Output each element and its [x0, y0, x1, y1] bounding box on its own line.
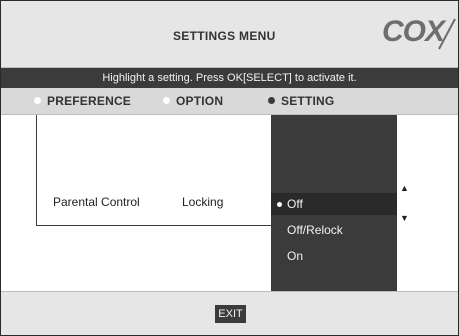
option-text: Off: [287, 197, 303, 211]
tab-label: OPTION: [176, 94, 224, 108]
option-text: Off/Relock: [287, 223, 343, 237]
tab-option[interactable]: OPTION: [163, 94, 223, 108]
instruction-banner: Highlight a setting. Press OK[SELECT] to…: [1, 68, 458, 88]
header: SETTINGS MENU COX: [1, 1, 458, 68]
tab-dot-icon: [34, 97, 41, 104]
scroll-down-icon[interactable]: ▼: [400, 213, 409, 223]
tab-label: PREFERENCE: [47, 94, 132, 108]
page-title: SETTINGS MENU: [173, 29, 276, 43]
tab-dot-icon: [163, 97, 170, 104]
cox-logo: COX: [381, 15, 445, 48]
connector-line: [36, 115, 37, 225]
setting-option-on[interactable]: On: [271, 245, 397, 267]
connector-line: [36, 225, 271, 226]
settings-content: Parental Control Locking Off Off/Relock …: [1, 115, 458, 291]
tab-label: SETTING: [281, 94, 335, 108]
tab-setting[interactable]: SETTING: [268, 94, 334, 108]
tab-dot-icon: [268, 97, 275, 104]
preference-label[interactable]: Parental Control: [53, 195, 140, 209]
scroll-up-icon[interactable]: ▲: [400, 183, 409, 193]
setting-options-panel: Off Off/Relock On: [271, 115, 397, 291]
exit-button[interactable]: EXIT: [215, 305, 246, 323]
setting-option-off[interactable]: Off: [271, 193, 397, 215]
option-text: On: [287, 249, 304, 263]
option-label[interactable]: Locking: [182, 195, 223, 209]
column-tabs: PREFERENCE OPTION SETTING: [1, 88, 458, 115]
tab-preference[interactable]: PREFERENCE: [34, 94, 131, 108]
settings-window: SETTINGS MENU COX Highlight a setting. P…: [0, 0, 459, 336]
footer: EXIT: [1, 291, 458, 335]
selected-bullet-icon: [277, 202, 282, 207]
setting-option-off-relock[interactable]: Off/Relock: [271, 219, 397, 241]
